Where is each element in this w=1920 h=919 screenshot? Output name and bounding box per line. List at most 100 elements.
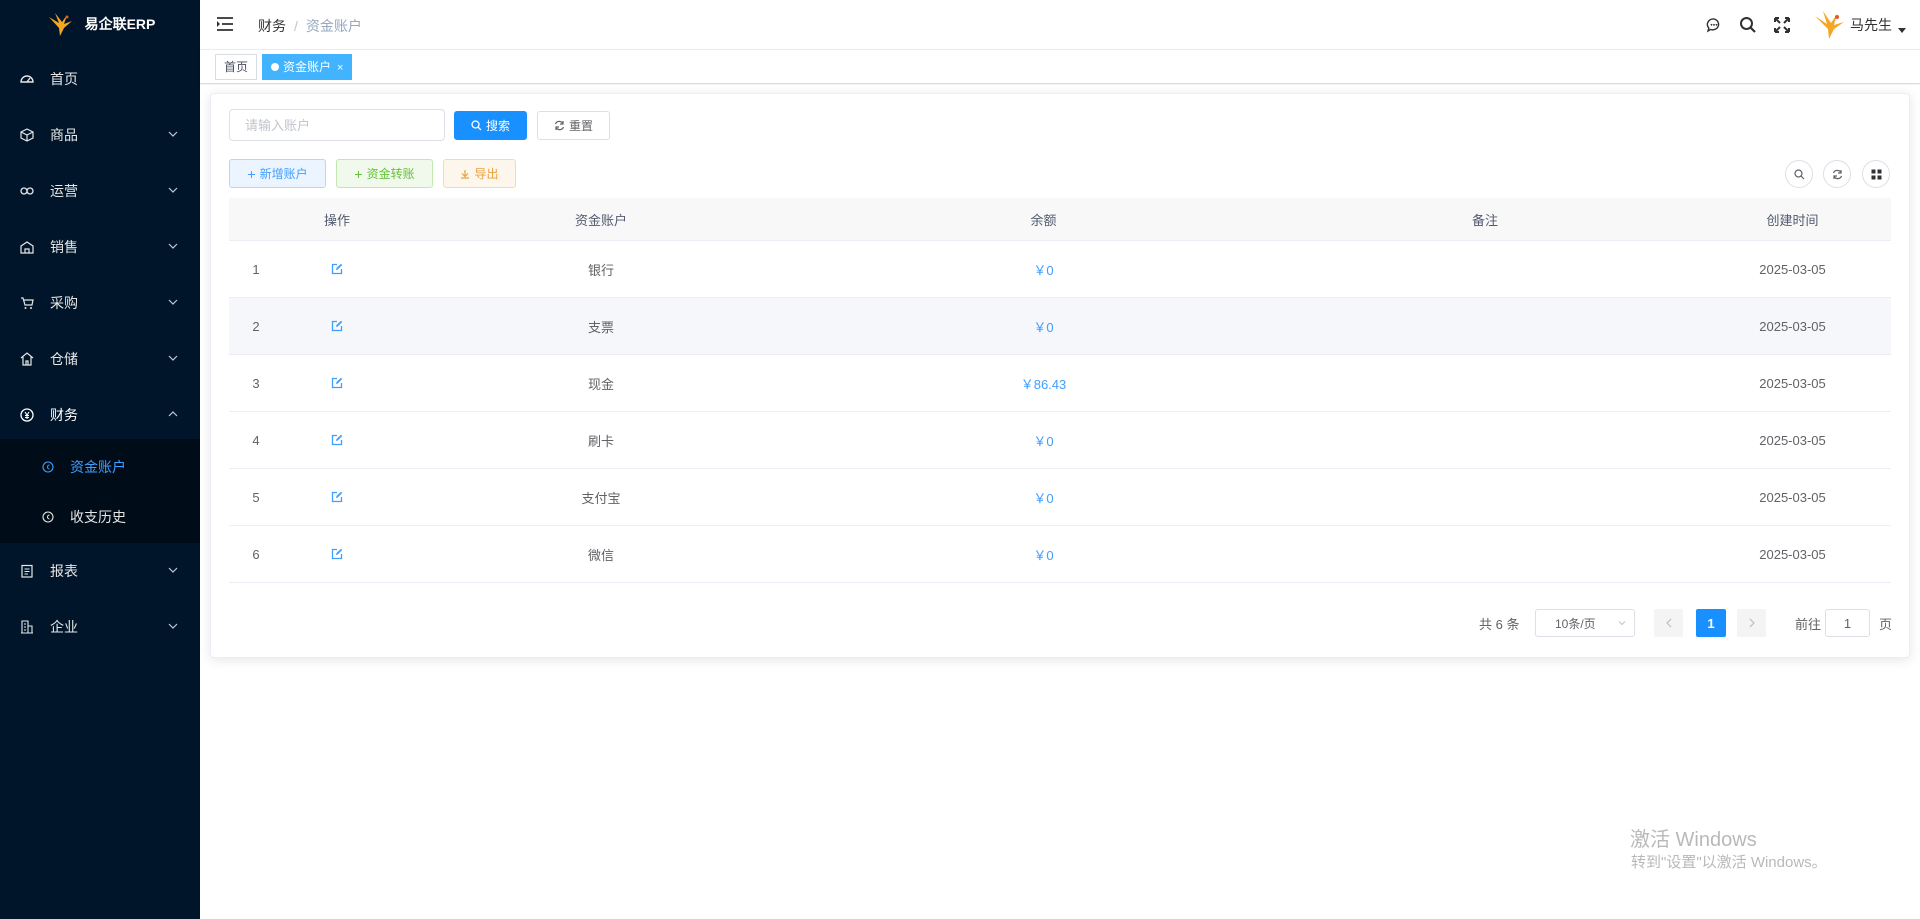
sidebar-item-operation[interactable]: 运营 [0,163,200,219]
add-account-label: 新增账户 [259,167,308,181]
edit-icon[interactable] [331,377,343,389]
cell-balance: ￥0 [1033,490,1054,506]
sidebar-item-warehouse[interactable]: 仓储 [0,331,200,387]
sidebar-subitem-label: 收支历史 [70,509,126,525]
sidebar-subitem-income-history[interactable]: 收支历史 [0,492,200,542]
sidebar-item-label: 销售 [50,239,78,255]
windows-watermark-subtitle: 转到"设置"以激活 Windows。 [1631,854,1827,871]
header-balance: 余额 [1030,212,1057,228]
edit-icon[interactable] [331,434,343,446]
sidebar-item-label: 采购 [50,295,78,311]
sidebar-item-label: 商品 [50,127,78,143]
cell-action [283,548,391,560]
tag-home[interactable]: 首页 [215,54,258,80]
search-icon [1793,168,1804,179]
prev-page-button[interactable] [1654,609,1683,637]
header-account: 资金账户 [574,212,627,228]
chevron-down-icon [168,299,178,305]
page-size-select[interactable]: 10条/页 [1535,609,1635,637]
cell-account: 支票 [587,319,614,335]
cell-account: 微信 [587,547,614,563]
page-number-current[interactable]: 1 [1696,609,1726,637]
table-header: 操作 资金账户 余额 备注 创建时间 [229,198,1891,241]
finance-icon [20,408,34,422]
sidebar-item-reports[interactable]: 报表 [0,543,200,599]
close-icon[interactable]: × [337,62,343,74]
sidebar-item-purchase[interactable]: 采购 [0,275,200,331]
cell-balance: ￥86.43 [1020,376,1067,392]
caret-down-icon[interactable] [1898,27,1906,33]
windows-watermark-title: 激活 Windows [1630,829,1757,851]
sidebar-subitem-fund-accounts[interactable]: 资金账户 [0,442,200,492]
chevron-down-icon [168,623,178,629]
edit-icon[interactable] [331,263,343,275]
download-icon [461,169,470,179]
plus-icon: + [247,165,256,182]
brand[interactable]: 易企联ERP [0,0,200,48]
chevron-down-icon [168,567,178,573]
breadcrumb-item[interactable]: 财务 [258,18,286,34]
search-button[interactable]: 搜索 [454,111,527,140]
pagination-total: 共 6 条 [1479,616,1520,632]
goto-prefix: 前往 [1795,616,1822,632]
username[interactable]: 马先生 [1850,15,1892,35]
cart-icon [21,297,34,309]
chevron-down-icon [168,131,178,137]
tag-fund-accounts[interactable]: 资金账户 × [262,54,353,80]
account-search-input[interactable] [229,109,445,141]
table-row: 5 支付宝 ￥0 2025-03-05 [229,469,1891,526]
breadcrumb: 财务 / 资金账户 [258,16,362,36]
cell-created: 2025-03-05 [1759,432,1826,448]
hamburger-icon[interactable] [216,15,234,33]
table-row: 4 刷卡 ￥0 2025-03-05 [229,412,1891,469]
sidebar-item-label: 报表 [50,563,78,579]
add-account-button[interactable]: + 新增账户 [229,159,326,188]
accounts-table: 操作 资金账户 余额 备注 创建时间 1 银行 ￥0 2025-03-05 2 … [229,198,1891,583]
goto-page-input[interactable] [1825,609,1870,637]
refresh-icon [1832,169,1842,179]
tag-label: 资金账户 [283,60,332,74]
cell-account: 支付宝 [581,490,621,506]
search-icon [471,120,482,131]
cell-account: 银行 [587,262,614,278]
chevron-down-icon [168,355,178,361]
app-title: 易企联ERP [84,16,156,32]
cell-action [283,491,391,503]
chevron-up-icon [168,411,178,417]
edit-icon[interactable] [331,491,343,503]
column-settings-button[interactable] [1862,160,1890,188]
avatar[interactable] [1812,8,1846,42]
dashboard-icon [20,75,34,83]
goto-suffix: 页 [1879,616,1893,632]
next-page-button[interactable] [1737,609,1766,637]
fund-transfer-label: 资金转账 [366,167,415,181]
cell-balance: ￥0 [1033,433,1054,449]
report-icon [21,564,33,578]
header-action: 操作 [323,212,350,228]
toggle-search-button[interactable] [1785,160,1813,188]
chevron-down-icon [1618,621,1626,626]
cell-index: 6 [252,546,260,562]
refresh-button[interactable] [1823,160,1851,188]
warehouse-icon [20,352,34,366]
sidebar-item-company[interactable]: 企业 [0,599,200,655]
fullscreen-icon[interactable] [1772,15,1792,35]
currency-icon [42,461,54,473]
cell-action [283,377,391,389]
sidebar-item-sales[interactable]: 销售 [0,219,200,275]
chevron-right-icon [1749,618,1755,628]
sidebar-item-home[interactable]: 首页 [0,51,200,107]
sidebar-item-products[interactable]: 商品 [0,107,200,163]
message-icon[interactable] [1704,15,1724,35]
operation-icon [20,187,34,195]
edit-icon[interactable] [331,320,343,332]
tags-view: 首页 资金账户 × [200,50,1920,84]
search-icon[interactable] [1738,15,1758,35]
export-button[interactable]: 导出 [443,159,516,188]
sidebar-item-finance[interactable]: 财务 [0,387,200,443]
edit-icon[interactable] [331,548,343,560]
reset-button[interactable]: 重置 [537,111,610,140]
fund-transfer-button[interactable]: + 资金转账 [336,159,433,188]
content-card: 搜索 重置 + 新增账户 + 资金转账 导出 操作 资金账户 余额 备注 创建时… [210,93,1910,658]
cell-created: 2025-03-05 [1759,375,1826,391]
